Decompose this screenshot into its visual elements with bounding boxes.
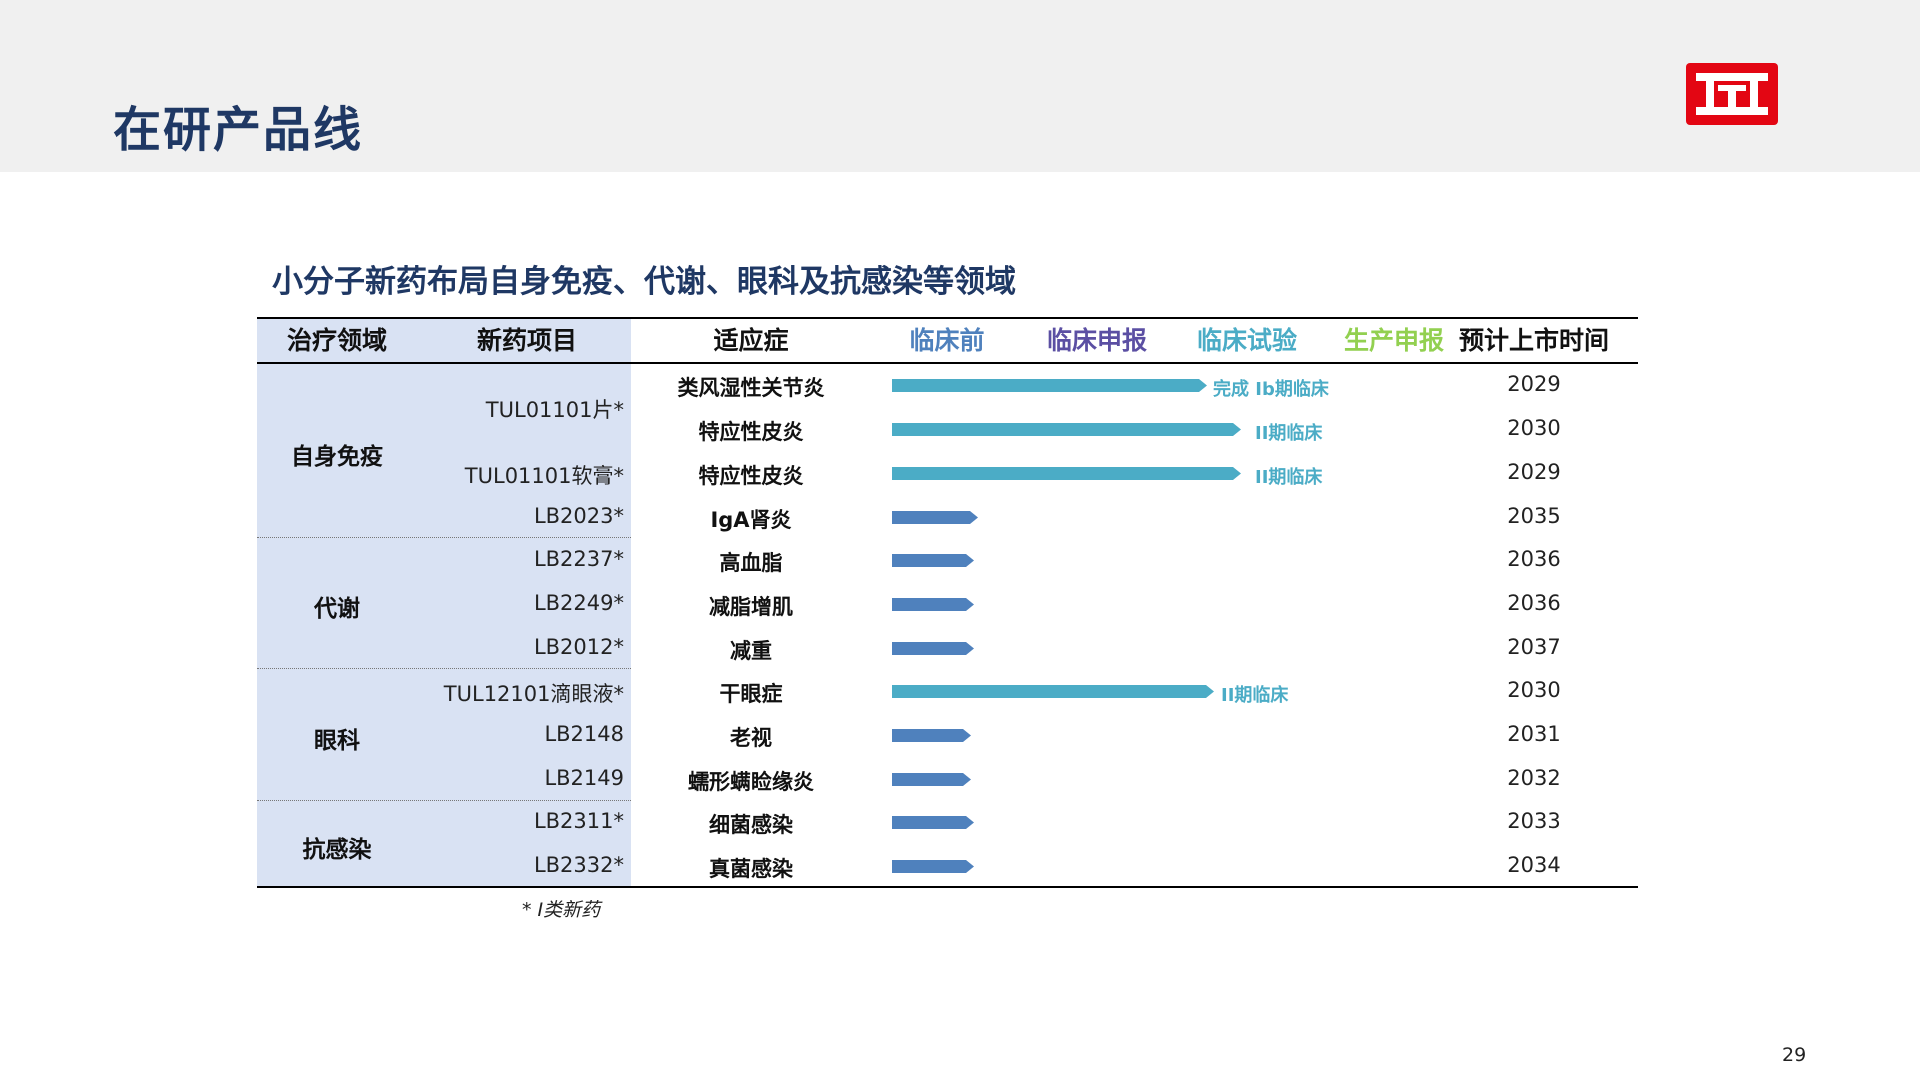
header-project: 新药项目	[476, 326, 577, 355]
indication-cell: 减脂增肌	[709, 595, 793, 619]
indication-cell: 类风湿性关节炎	[677, 376, 825, 400]
area-ophthalmology: 眼科	[314, 728, 360, 754]
area-metabolism: 代谢	[314, 596, 360, 622]
stage-label: II期临床	[1255, 423, 1323, 444]
progress-bar	[892, 729, 971, 742]
progress-bar	[892, 642, 974, 655]
indication-cell: 特应性皮炎	[698, 464, 804, 488]
section-subtitle: 小分子新药布局自身免疫、代谢、眼科及抗感染等领域	[272, 264, 1016, 300]
progress-bar	[892, 467, 1241, 480]
indication-cell: 老视	[730, 726, 772, 750]
indication-cell: IgA肾炎	[710, 508, 792, 532]
launch-year: 2034	[1507, 853, 1561, 877]
launch-year: 2035	[1507, 504, 1561, 528]
progress-bar	[892, 423, 1241, 436]
project-name: LB2237*	[533, 547, 624, 571]
indication-cell: 减重	[730, 639, 772, 663]
project-name: LB2012*	[533, 635, 624, 659]
group-separator	[257, 800, 631, 801]
header-stage-clinical-trial: 临床试验	[1196, 326, 1297, 355]
launch-year: 2033	[1507, 809, 1561, 833]
progress-bar	[892, 816, 974, 829]
project-name: LB2249*	[533, 591, 624, 615]
area-autoimmune: 自身免疫	[291, 444, 383, 470]
group-separator	[257, 668, 631, 669]
header-area: 治疗领域	[286, 326, 387, 355]
header-bottom-rule	[257, 362, 1638, 364]
stage-label: II期临床	[1221, 685, 1289, 706]
progress-bar	[892, 554, 974, 567]
launch-year: 2029	[1507, 372, 1561, 396]
footnote: * I类新药	[522, 899, 601, 921]
company-logo-icon	[1686, 63, 1778, 125]
header-stage-production-filing: 生产申报	[1343, 326, 1444, 355]
indication-cell: 特应性皮炎	[698, 420, 804, 444]
indication-cell: 蠕形螨睑缘炎	[688, 770, 814, 794]
project-name: LB2023*	[533, 504, 624, 528]
progress-bar	[892, 379, 1207, 392]
indication-cell: 细菌感染	[709, 813, 793, 837]
header-indication: 适应症	[713, 326, 789, 355]
progress-bar	[892, 773, 971, 786]
indication-cell: 高血脂	[719, 551, 783, 575]
progress-bar	[892, 685, 1214, 698]
project-name: TUL12101滴眼液*	[443, 682, 624, 706]
launch-year: 2031	[1507, 722, 1561, 746]
indication-cell: 干眼症	[719, 682, 783, 706]
group-separator	[257, 537, 631, 538]
project-name: LB2148	[544, 722, 624, 746]
project-name: LB2149	[544, 766, 624, 790]
table-bottom-rule	[257, 886, 1638, 888]
launch-year: 2036	[1507, 591, 1561, 615]
project-name: LB2332*	[533, 853, 624, 877]
table-top-rule	[257, 317, 1638, 319]
header-stage-preclinical: 临床前	[909, 326, 985, 355]
header-stage-clinical-filing: 临床申报	[1046, 326, 1147, 355]
page-title: 在研产品线	[113, 102, 364, 158]
launch-year: 2030	[1507, 678, 1561, 702]
page-number: 29	[1782, 1044, 1807, 1066]
progress-bar	[892, 860, 974, 873]
launch-year: 2037	[1507, 635, 1561, 659]
launch-year: 2036	[1507, 547, 1561, 571]
progress-bar	[892, 598, 974, 611]
project-name: LB2311*	[533, 809, 624, 833]
launch-year: 2029	[1507, 460, 1561, 484]
progress-bar	[892, 511, 978, 524]
pipeline-table: 治疗领域 新药项目 适应症 临床前 临床申报 临床试验 生产申报 预计上市时间 …	[257, 317, 1638, 888]
indication-cell: 真菌感染	[709, 857, 793, 881]
launch-year: 2032	[1507, 766, 1561, 790]
stage-label: 完成 Ib期临床	[1213, 379, 1329, 400]
project-name: TUL01101片*	[485, 398, 624, 422]
area-anti-infection: 抗感染	[302, 837, 372, 863]
launch-year: 2030	[1507, 416, 1561, 440]
project-name: TUL01101软膏*	[464, 464, 624, 488]
stage-label: II期临床	[1255, 467, 1323, 488]
header-launch-year: 预计上市时间	[1458, 326, 1609, 355]
